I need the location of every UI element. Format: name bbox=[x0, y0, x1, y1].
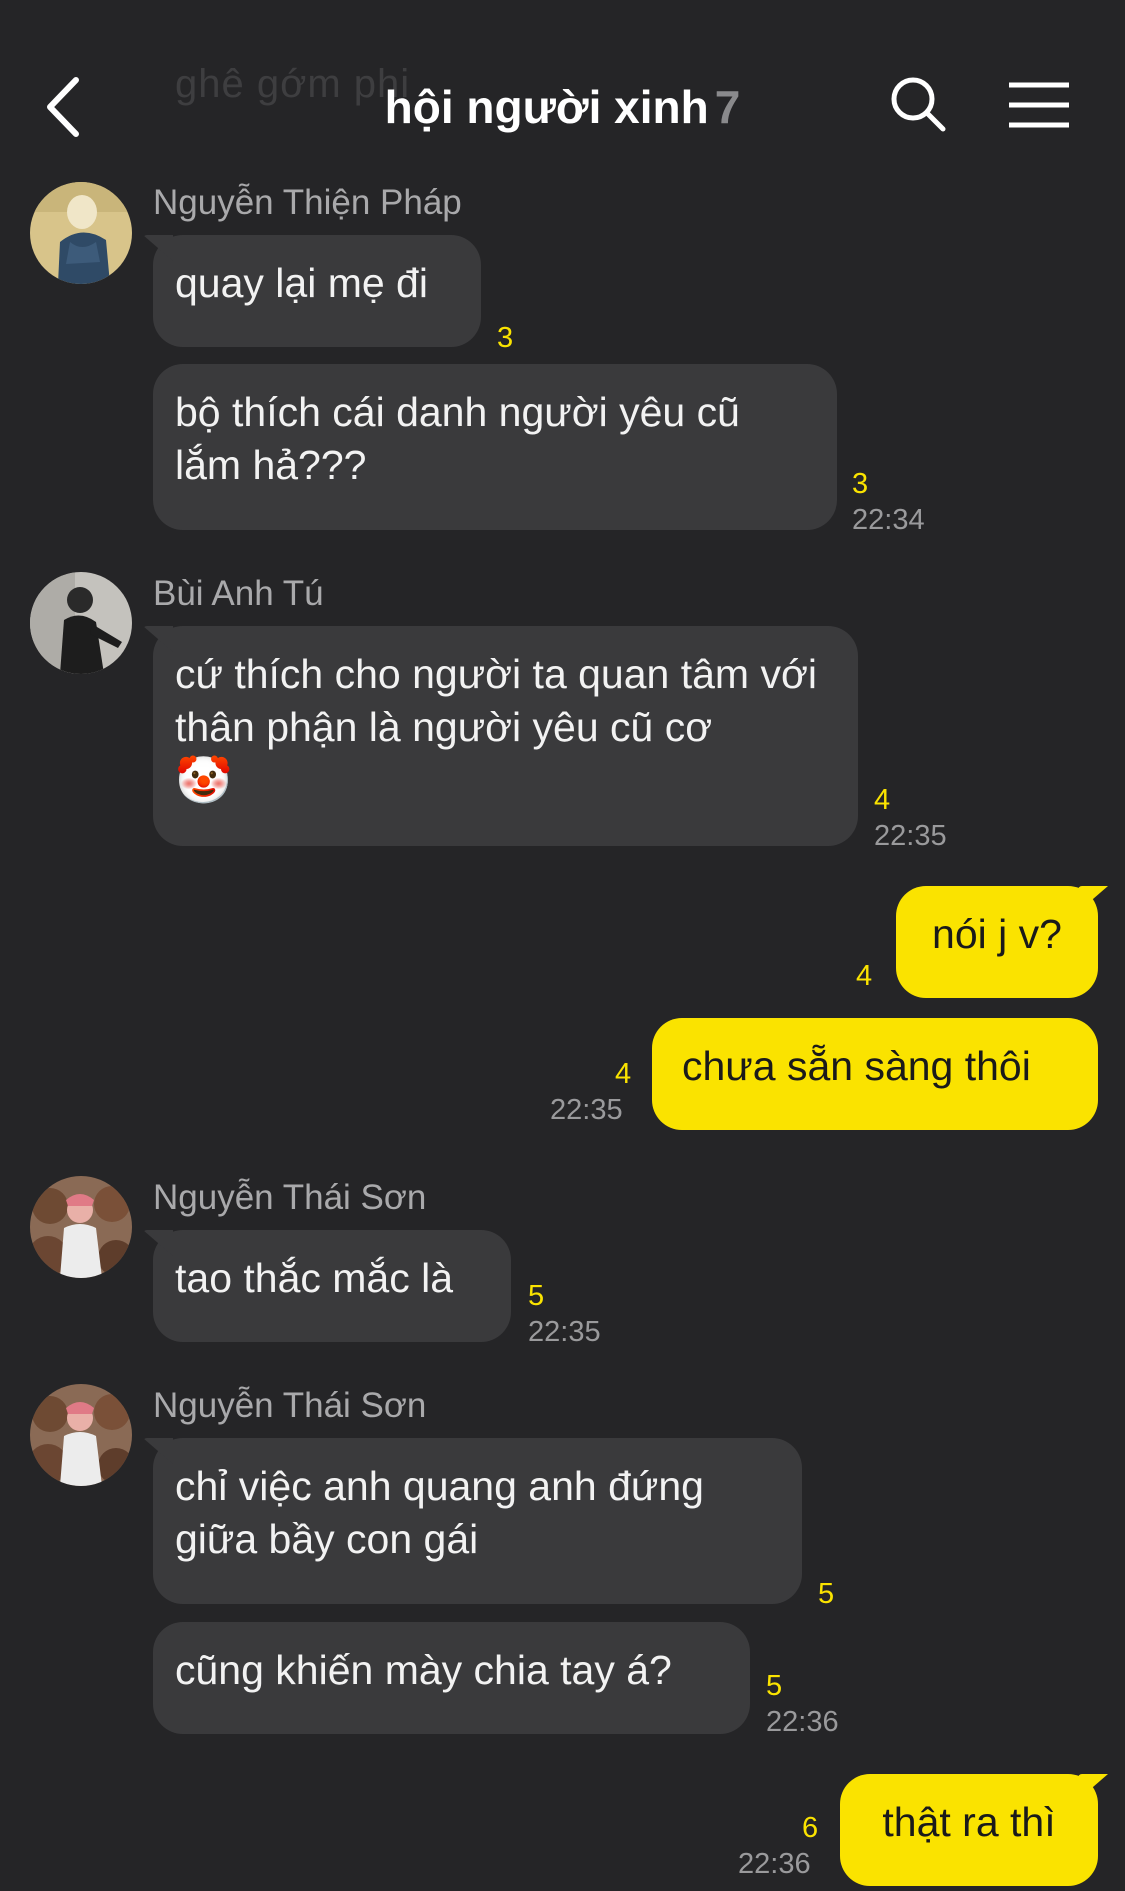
sender-name: Nguyễn Thái Sơn bbox=[153, 1178, 427, 1217]
message-text: chưa sẵn sàng thôi bbox=[682, 1043, 1031, 1089]
message-text: tao thắc mắc là bbox=[175, 1255, 454, 1301]
avatar-bui-anh-tu[interactable] bbox=[30, 572, 132, 674]
clown-emoji: 🤡 bbox=[175, 754, 233, 806]
chat-title: hội người xinh 7 bbox=[0, 80, 1125, 134]
unread-count: 3 bbox=[497, 322, 514, 354]
message-bubble[interactable]: cũng khiến mày chia tay á? bbox=[153, 1622, 750, 1734]
unread-count: 4 bbox=[874, 784, 891, 816]
message-bubble[interactable]: bộ thích cái danh người yêu cũ lắm hả??? bbox=[153, 364, 837, 530]
message-bubble[interactable]: cứ thích cho người ta quan tâm với thân … bbox=[153, 626, 858, 846]
message-time: 22:34 bbox=[852, 504, 925, 536]
message-time: 22:35 bbox=[528, 1316, 601, 1348]
sender-name: Nguyễn Thiện Pháp bbox=[153, 183, 462, 222]
my-message-bubble[interactable]: thật ra thì bbox=[840, 1774, 1098, 1886]
message-text: quay lại mẹ đi bbox=[175, 260, 428, 306]
search-button[interactable] bbox=[888, 74, 948, 134]
message-bubble[interactable]: quay lại mẹ đi bbox=[153, 235, 481, 347]
sender-name: Bùi Anh Tú bbox=[153, 574, 324, 613]
message-time: 22:36 bbox=[738, 1848, 811, 1880]
avatar-nguyen-thai-son[interactable] bbox=[30, 1176, 132, 1278]
my-message-bubble[interactable]: nói j v? bbox=[896, 886, 1098, 998]
message-text: thật ra thì bbox=[882, 1799, 1056, 1845]
message-time: 22:36 bbox=[766, 1706, 839, 1738]
menu-button[interactable] bbox=[1006, 80, 1072, 130]
member-count: 7 bbox=[714, 81, 741, 133]
message-text: cứ thích cho người ta quan tâm với thân … bbox=[175, 651, 817, 750]
search-icon bbox=[891, 77, 946, 132]
my-message-bubble[interactable]: chưa sẵn sàng thôi bbox=[652, 1018, 1098, 1130]
unread-count: 4 bbox=[856, 960, 873, 992]
unread-count: 5 bbox=[766, 1670, 783, 1702]
chat-header: hội người xinh 7 bbox=[0, 0, 1125, 160]
sender-name: Nguyễn Thái Sơn bbox=[153, 1386, 427, 1425]
unread-count: 5 bbox=[528, 1280, 545, 1312]
unread-count: 4 bbox=[615, 1058, 632, 1090]
message-text: cũng khiến mày chia tay á? bbox=[175, 1647, 672, 1693]
message-bubble[interactable]: chỉ việc anh quang anh đứng giữa bầy con… bbox=[153, 1438, 802, 1604]
message-time: 22:35 bbox=[550, 1094, 623, 1126]
unread-count: 6 bbox=[802, 1812, 819, 1844]
message-text: nói j v? bbox=[932, 911, 1062, 957]
unread-count: 5 bbox=[818, 1578, 835, 1610]
hamburger-menu-icon bbox=[1009, 82, 1069, 128]
group-name: hội người xinh bbox=[384, 81, 709, 133]
avatar-nguyen-thai-son[interactable] bbox=[30, 1384, 132, 1486]
message-time: 22:35 bbox=[874, 820, 947, 852]
message-bubble[interactable]: tao thắc mắc là bbox=[153, 1230, 511, 1342]
unread-count: 3 bbox=[852, 468, 869, 500]
message-text: chỉ việc anh quang anh đứng giữa bầy con… bbox=[175, 1463, 704, 1562]
avatar-nguyen-thien-phap[interactable] bbox=[30, 182, 132, 284]
message-text: bộ thích cái danh người yêu cũ lắm hả??? bbox=[175, 389, 740, 488]
